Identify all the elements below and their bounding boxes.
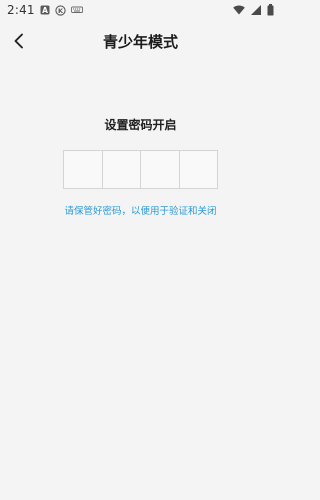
chevron-left-icon — [13, 33, 25, 49]
svg-text:A: A — [42, 6, 48, 15]
set-password-prompt: 设置密码开启 — [104, 118, 177, 132]
app-header: 青少年模式 — [0, 20, 281, 62]
keyboard-icon — [70, 6, 83, 15]
status-time: 2:41 — [7, 3, 35, 17]
status-right — [233, 4, 274, 16]
k-circle-icon: K — [55, 4, 66, 16]
code-box-4[interactable] — [180, 151, 218, 188]
code-box-3[interactable] — [141, 151, 180, 188]
code-box-2[interactable] — [103, 151, 141, 188]
a-badge-icon: A — [40, 5, 50, 15]
password-code-input[interactable] — [63, 150, 218, 189]
battery-icon — [267, 4, 274, 16]
wifi-icon — [233, 5, 245, 15]
status-bar: 2:41 A K — [0, 0, 281, 20]
page-title: 青少年模式 — [102, 32, 178, 51]
signal-icon — [251, 5, 261, 15]
back-button[interactable] — [6, 28, 32, 54]
password-hint: 请保管好密码，以便用于验证和关闭 — [64, 206, 217, 217]
code-box-1[interactable] — [64, 151, 103, 188]
status-left: 2:41 A K — [7, 3, 83, 17]
